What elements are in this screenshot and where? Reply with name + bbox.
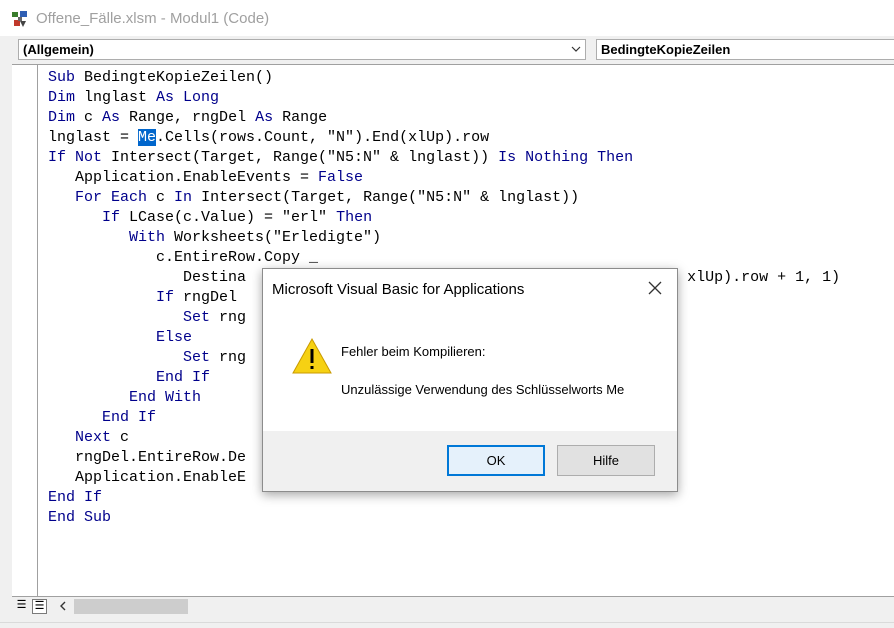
code-token: c [120, 429, 130, 446]
code-keyword: Dim [48, 89, 85, 106]
code-token: Intersect(Target, Range("N5:N" & lnglast… [201, 189, 580, 206]
code-token: c [84, 109, 103, 126]
code-keyword: Sub [48, 69, 85, 86]
code-keyword: As Long [156, 89, 220, 106]
code-keyword: End If [48, 409, 157, 426]
code-token: Intersect(Target, Range("N5:N" & lnglast… [111, 149, 499, 166]
code-keyword: If [48, 209, 130, 226]
code-line[interactable]: Sub BedingteKopieZeilen() [48, 68, 840, 88]
close-icon[interactable] [647, 280, 663, 296]
margin-divider [37, 65, 38, 596]
code-keyword: Set [48, 309, 220, 326]
code-token: lnglast = [48, 129, 139, 146]
code-token: BedingteKopieZeilen() [84, 69, 274, 86]
dialog-title: Microsoft Visual Basic for Applications [272, 281, 525, 298]
code-line[interactable]: c.EntireRow.Copy _ [48, 248, 840, 268]
code-token: lnglast [84, 89, 157, 106]
error-heading: Fehler beim Kompilieren: [341, 344, 486, 359]
full-module-view-icon[interactable]: ☰ [32, 599, 47, 614]
code-line[interactable]: For Each c In Intersect(Target, Range("N… [48, 188, 840, 208]
code-keyword: Then [336, 209, 373, 226]
code-token: LCase(c.Value) = "erl" [129, 209, 337, 226]
code-token: c [156, 189, 175, 206]
help-button[interactable]: Hilfe [557, 445, 655, 476]
code-line[interactable]: With Worksheets("Erledigte") [48, 228, 840, 248]
object-combo[interactable]: (Allgemein) [18, 39, 586, 60]
code-token: Worksheets("Erledigte") [174, 229, 382, 246]
code-line[interactable]: Application.EnableEvents = False [48, 168, 840, 188]
code-keyword: If Not [48, 149, 112, 166]
selected-keyword: Me [138, 129, 157, 146]
margin-indicator-bar[interactable] [12, 65, 36, 596]
code-token: .Cells(rows.Count, "N").End(xlUp).row [156, 129, 490, 146]
code-token: rngDel.EntireRow.De [48, 449, 247, 466]
code-token: rng [219, 349, 247, 366]
code-line[interactable]: Dim lnglast As Long [48, 88, 840, 108]
code-keyword: End With [48, 389, 202, 406]
code-token: Destina [48, 269, 247, 286]
code-line[interactable]: If Not Intersect(Target, Range("N5:N" & … [48, 148, 840, 168]
code-token: xlUp).row + 1, 1) [687, 269, 841, 286]
code-keyword: Dim [48, 109, 85, 126]
code-line[interactable]: Dim c As Range, rngDel As Range [48, 108, 840, 128]
combo-row: (Allgemein) BedingteKopieZeilen [0, 36, 894, 64]
code-token: c.EntireRow.Copy _ [48, 249, 319, 266]
chevron-down-icon[interactable] [571, 44, 581, 54]
code-keyword: If [48, 289, 184, 306]
code-keyword: As [255, 109, 283, 126]
procedure-combo[interactable]: BedingteKopieZeilen [596, 39, 894, 60]
code-keyword: End Sub [48, 509, 112, 526]
code-keyword: End If [48, 369, 211, 386]
horizontal-scrollbar-thumb[interactable] [74, 599, 188, 614]
code-keyword: As [102, 109, 130, 126]
warning-icon [292, 337, 332, 374]
code-keyword: For Each [48, 189, 157, 206]
procedure-view-icon[interactable]: ☰ [14, 599, 29, 614]
code-keyword: In [174, 189, 202, 206]
code-line[interactable]: End Sub [48, 508, 840, 528]
scroll-left-icon[interactable] [56, 598, 70, 614]
code-keyword: Next [48, 429, 121, 446]
code-token: rngDel [183, 289, 238, 306]
code-token: Application.EnableEvents = [48, 169, 319, 186]
code-keyword: Set [48, 349, 220, 366]
vba-project-icon [12, 11, 27, 27]
window-title: Offene_Fälle.xlsm - Modul1 (Code) [36, 10, 270, 27]
code-token: rng [219, 309, 247, 326]
code-token: Range, rngDel [129, 109, 256, 126]
code-keyword: With [48, 229, 175, 246]
object-combo-value: (Allgemein) [23, 42, 94, 57]
code-keyword: End If [48, 489, 103, 506]
procedure-combo-value: BedingteKopieZeilen [601, 42, 731, 57]
title-bar: Offene_Fälle.xlsm - Modul1 (Code) [0, 0, 894, 36]
ok-button[interactable]: OK [447, 445, 545, 476]
code-line[interactable]: lnglast = Me.Cells(rows.Count, "N").End(… [48, 128, 840, 148]
code-token: Range [282, 109, 328, 126]
error-message: Unzulässige Verwendung des Schlüsselwort… [341, 382, 625, 397]
code-keyword: False [318, 169, 364, 186]
editor-bottom-bar: ☰ ☰ [12, 596, 894, 616]
compile-error-dialog: Microsoft Visual Basic for Applications … [262, 268, 678, 492]
code-token: Application.EnableE [48, 469, 247, 486]
code-keyword: Is Nothing Then [498, 149, 634, 166]
code-keyword: Else [48, 329, 193, 346]
code-line[interactable]: If LCase(c.Value) = "erl" Then [48, 208, 840, 228]
footer-divider [0, 622, 894, 623]
